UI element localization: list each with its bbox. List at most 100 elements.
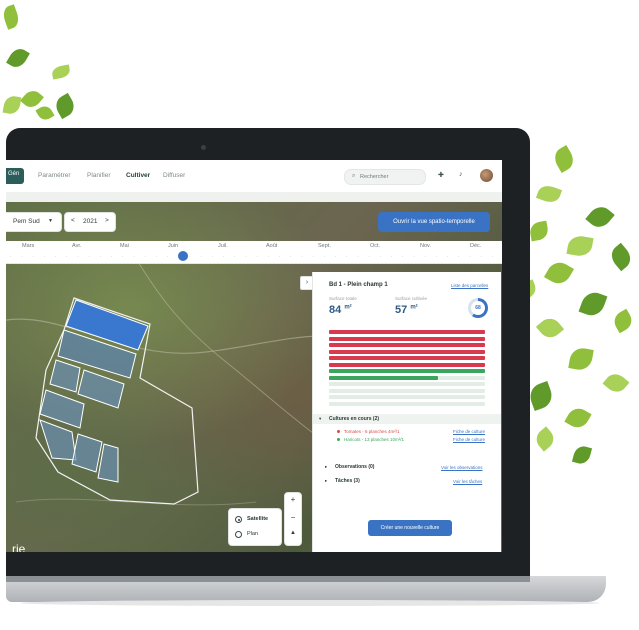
nav-planifier[interactable]: Planifier [87,172,110,179]
day-tick[interactable]: · [492,254,494,259]
day-tick[interactable]: · [256,254,258,259]
day-tick[interactable]: · [133,254,135,259]
total-area-value: 84 m² [329,304,352,316]
bed-bar-empty[interactable] [329,401,485,406]
prev-year-button[interactable]: < [71,217,75,224]
day-tick[interactable]: · [189,254,191,259]
day-tick[interactable]: · [368,254,370,259]
day-tick[interactable]: · [279,254,281,259]
day-tick[interactable]: · [32,254,34,259]
day-tick[interactable]: · [458,254,460,259]
laptop-hinge [6,576,530,582]
year-selector[interactable]: < 2021 > [64,212,116,232]
day-tick[interactable]: · [402,254,404,259]
day-tick[interactable]: · [324,254,326,259]
bed-bar-occupied[interactable] [329,349,485,354]
day-tick[interactable]: · [144,254,146,259]
compass-button[interactable]: ▲ [285,530,301,536]
zoom-out-button[interactable]: − [285,513,301,522]
month-label: Déc. [470,243,482,249]
zoom-in-button[interactable]: + [285,495,301,504]
bell-icon[interactable]: ♪ [459,171,463,178]
day-tick[interactable]: · [200,254,202,259]
day-tick[interactable]: · [436,254,438,259]
day-tick[interactable]: · [223,254,225,259]
day-tick[interactable]: · [111,254,113,259]
search-placeholder: Rechercher [360,173,389,180]
day-tick[interactable]: · [357,254,359,259]
day-tick[interactable]: · [335,254,337,259]
day-tick[interactable]: · [88,254,90,259]
next-year-button[interactable]: > [105,217,109,224]
culture-item-name[interactable]: Tomates - 6 planches 4m²/1 [344,429,400,434]
culture-item-name[interactable]: Haricots - 13 planches 10m²/1 [344,437,404,442]
day-tick[interactable]: · [77,254,79,259]
bed-bar-occupied[interactable] [329,356,485,360]
day-tick[interactable]: · [10,254,12,259]
create-culture-button[interactable]: Créer une nouvelle culture [368,520,452,536]
nav-cultiver[interactable]: Cultiver [126,172,150,179]
day-tick[interactable]: · [413,254,415,259]
day-tick[interactable]: · [268,254,270,259]
cultures-section-title: Cultures en cours (2) [329,416,380,422]
month-label: Sept. [318,243,331,249]
day-tick[interactable]: · [212,254,214,259]
day-tick[interactable]: · [21,254,23,259]
bed-bar-empty[interactable] [329,382,485,386]
nav-parametrer[interactable]: Paramétrer [38,172,71,179]
laptop-screen: Gén Paramétrer Planifier Cultiver Diffus… [6,160,502,552]
selected-day-marker[interactable] [178,251,188,261]
bed-bar-occupied[interactable] [329,343,485,347]
day-tick[interactable]: · [44,254,46,259]
plot [77,369,125,409]
day-tick[interactable]: · [480,254,482,259]
radio-plan[interactable] [235,531,242,538]
day-tick[interactable]: · [290,254,292,259]
radio-satellite[interactable] [235,516,242,523]
day-tick[interactable]: · [245,254,247,259]
bed-bar-occupied[interactable] [329,336,485,341]
avatar[interactable] [480,169,493,182]
day-tick[interactable]: · [312,254,314,259]
month-label: Juin [168,243,179,249]
day-tick[interactable]: · [346,254,348,259]
day-tick[interactable]: · [301,254,303,259]
cultivated-area-value: 57 m² [395,304,418,316]
view-tasks-link[interactable]: Voir les tâches [453,479,482,484]
site-select[interactable]: Pem Sud ▼ [6,212,62,232]
plus-icon[interactable]: ✚ [438,171,444,179]
bed-bar-empty[interactable] [329,395,485,399]
tasks-section-header[interactable]: ▸ Tâches (3) Voir les tâches [313,476,501,486]
day-tick[interactable]: · [66,254,68,259]
day-tick[interactable]: · [424,254,426,259]
bed-bar-empty[interactable] [329,388,485,393]
day-tick[interactable]: · [391,254,393,259]
day-tick[interactable]: · [380,254,382,259]
layer-satellite-label[interactable]: Satellite [247,516,268,522]
day-tick[interactable]: · [156,254,158,259]
cultures-section-header[interactable]: ▾ Cultures en cours (2) [313,414,501,424]
bed-bar-cultivated [329,369,485,373]
app-logo[interactable]: Gén [6,168,24,184]
day-tick[interactable]: · [447,254,449,259]
timeline-days[interactable]: · · · · · · · · · · · · · · · · · · · · · · · · · · · · · · · · · · · · · · · ·… [6,251,502,264]
chevron-right-icon: ▸ [325,478,328,483]
layer-plan-label[interactable]: Plan [247,531,258,537]
bed-bar-occupied[interactable] [329,330,485,334]
parcel-list-link[interactable]: Liste des parcelles [451,283,488,288]
view-observations-link[interactable]: Voir les observations [441,465,483,470]
culture-sheet-link[interactable]: Fiche de culture [453,429,485,434]
day-tick[interactable]: · [55,254,57,259]
nav-diffuser[interactable]: Diffuser [163,172,185,179]
search-input[interactable]: ⌕ Rechercher [344,169,426,185]
day-tick[interactable]: · [234,254,236,259]
observations-section-header[interactable]: ▸ Observations (0) Voir les observations [313,462,501,472]
open-spatio-temporal-view-button[interactable]: Ouvrir la vue spatio-temporelle [378,212,490,232]
month-label: Juil. [218,243,228,249]
culture-sheet-link[interactable]: Fiche de culture [453,437,485,442]
day-tick[interactable]: · [122,254,124,259]
day-tick[interactable]: · [100,254,102,259]
day-tick[interactable]: · [167,254,169,259]
day-tick[interactable]: · [469,254,471,259]
bed-bar-occupied[interactable] [329,362,485,367]
